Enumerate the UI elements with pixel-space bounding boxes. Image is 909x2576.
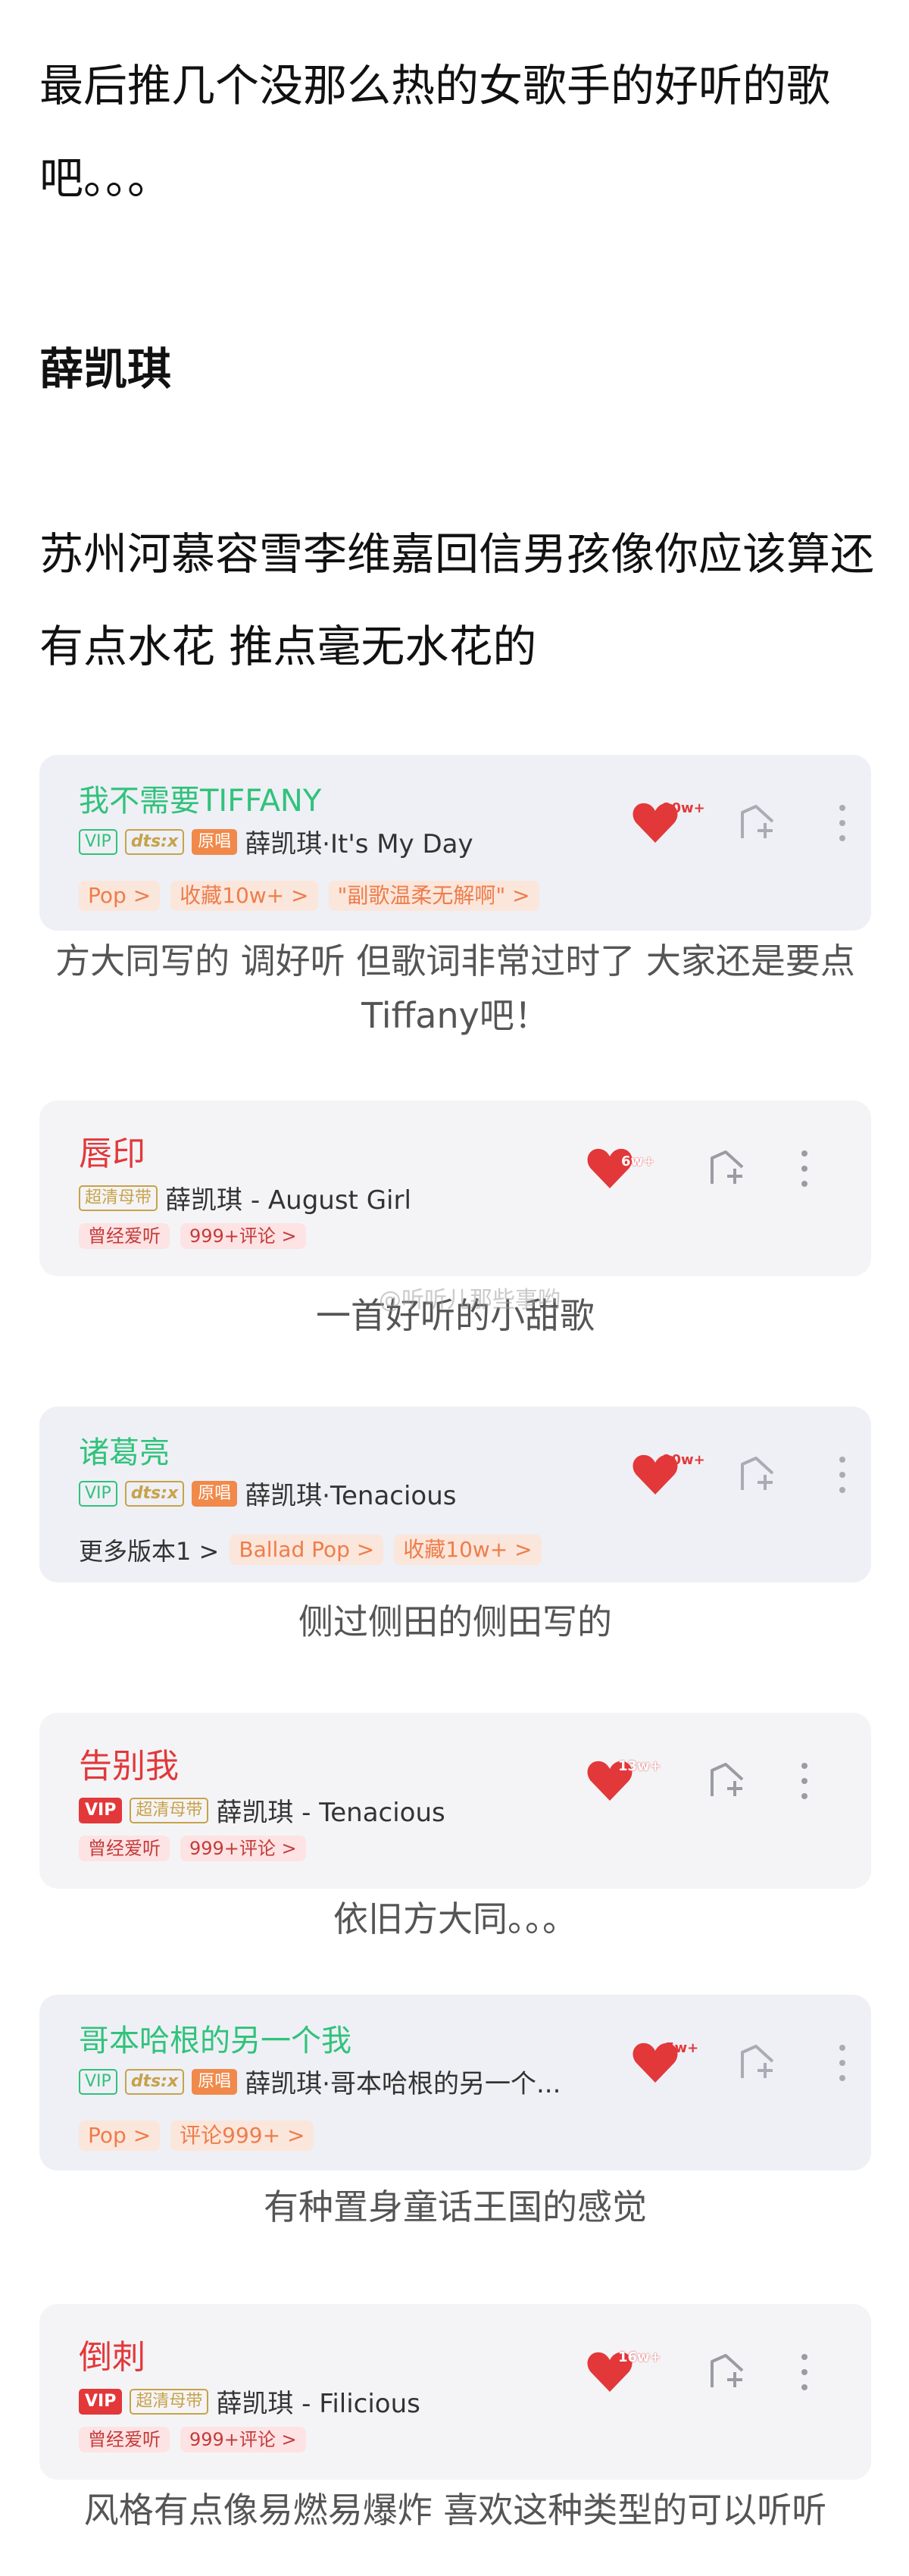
song-chips: 曾经爱听 999+评论 > bbox=[79, 1223, 306, 1249]
song-meta: VIP 超清母带 薛凯琪 - Tenacious bbox=[79, 1792, 445, 1829]
original-badge: 原唱 bbox=[192, 828, 238, 855]
master-quality-badge: 超清母带 bbox=[130, 1797, 209, 1823]
master-quality-badge: 超清母带 bbox=[79, 1185, 158, 1211]
like-count: 16w+ bbox=[618, 2349, 661, 2365]
artist-album: 薛凯琪 - August Girl bbox=[165, 1185, 411, 1216]
genre-chip[interactable]: Pop > bbox=[79, 881, 161, 911]
song-chips: Pop > 评论999+ > bbox=[79, 2121, 314, 2151]
song-chips: 曾经爱听 999+评论 > bbox=[79, 2427, 306, 2452]
song-card-1[interactable]: 我不需要TIFFANY VIP dts:x 原唱 薛凯琪·It's My Day… bbox=[39, 755, 871, 931]
more-vertical-icon[interactable] bbox=[835, 2040, 850, 2086]
genre-chip[interactable]: Pop > bbox=[79, 2121, 161, 2151]
artist-album: 薛凯琪·Tenacious bbox=[245, 1481, 457, 1511]
dts-badge: dts:x bbox=[124, 828, 185, 855]
song-caption: 风格有点像易燃易爆炸 喜欢这种类型的可以听听 bbox=[83, 2490, 827, 2531]
add-to-playlist-icon[interactable] bbox=[706, 1149, 747, 1190]
watermark: @听听儿那些事哟 bbox=[379, 1287, 561, 1313]
add-to-playlist-icon[interactable] bbox=[706, 1761, 747, 1802]
vip-badge: VIP bbox=[79, 1480, 117, 1507]
comments-chip[interactable]: 999+评论 > bbox=[180, 2427, 306, 2452]
song-title: 倒刺 bbox=[79, 2338, 145, 2377]
master-quality-badge: 超清母带 bbox=[130, 2388, 209, 2415]
vip-badge: VIP bbox=[79, 828, 117, 855]
song-caption: 方大同写的 调好听 但歌词非常过时了 大家还是要点Tiffany吧！ bbox=[55, 941, 855, 1036]
song-caption: 侧过侧田的侧田写的 bbox=[298, 1601, 612, 1642]
song-title: 告别我 bbox=[79, 1747, 179, 1786]
song-title: 哥本哈根的另一个我 bbox=[79, 2024, 351, 2058]
add-to-playlist-icon[interactable] bbox=[736, 803, 777, 844]
note-text: 苏州河慕容雪李维嘉回信男孩像你应该算还有点水花 推点毫无水花的 bbox=[39, 528, 875, 672]
favorites-chip[interactable]: 收藏10w+ > bbox=[170, 881, 318, 911]
song-card-4[interactable]: 告别我 VIP 超清母带 薛凯琪 - Tenacious 曾经爱听 999+评论… bbox=[39, 1713, 871, 1889]
more-vertical-icon[interactable] bbox=[797, 1146, 812, 1191]
vip-badge: VIP bbox=[79, 1797, 123, 1823]
more-vertical-icon[interactable] bbox=[835, 800, 850, 846]
song-meta: VIP dts:x 原唱 薛凯琪·It's My Day bbox=[79, 823, 473, 860]
song-caption: 有种置身童话王国的感觉 bbox=[264, 2186, 647, 2227]
genre-chip[interactable]: Ballad Pop > bbox=[230, 1535, 384, 1565]
song-title: 我不需要TIFFANY bbox=[79, 784, 322, 818]
song-chips: Pop > 收藏10w+ > "副歌温柔无解啊" > bbox=[79, 881, 539, 911]
song-meta: VIP dts:x 原唱 薛凯琪·Tenacious bbox=[79, 1475, 457, 1512]
like-count: 6w+ bbox=[621, 1153, 655, 1169]
history-chip[interactable]: 曾经爱听 bbox=[79, 2427, 170, 2452]
more-vertical-icon[interactable] bbox=[835, 1452, 850, 1498]
history-chip[interactable]: 曾经爱听 bbox=[79, 1223, 170, 1249]
song-meta: 超清母带 薛凯琪 - August Girl bbox=[79, 1179, 411, 1216]
add-to-playlist-icon[interactable] bbox=[736, 1455, 777, 1496]
more-versions-link[interactable]: 更多版本1 > bbox=[79, 1532, 219, 1567]
favorites-chip[interactable]: 收藏10w+ > bbox=[394, 1535, 542, 1565]
artist-album: 薛凯琪·哥本哈根的另一个... bbox=[245, 2069, 561, 2099]
song-card-5[interactable]: 哥本哈根的另一个我 VIP dts:x 原唱 薛凯琪·哥本哈根的另一个... P… bbox=[39, 1995, 871, 2171]
intro-text: 最后推几个没那么热的女歌手的好听的歌吧。。。 bbox=[39, 60, 831, 204]
more-vertical-icon[interactable] bbox=[797, 1758, 812, 1804]
song-title: 诸葛亮 bbox=[79, 1435, 170, 1470]
dts-badge: dts:x bbox=[124, 1480, 185, 1507]
comments-chip[interactable]: 评论999+ > bbox=[170, 2121, 314, 2151]
vip-badge: VIP bbox=[79, 2388, 123, 2415]
song-card-6[interactable]: 倒刺 VIP 超清母带 薛凯琪 - Filicious 曾经爱听 999+评论 … bbox=[39, 2304, 871, 2480]
song-card-2[interactable]: 唇印 超清母带 薛凯琪 - August Girl 曾经爱听 999+评论 > … bbox=[39, 1100, 871, 1276]
song-card-3[interactable]: 诸葛亮 VIP dts:x 原唱 薛凯琪·Tenacious 更多版本1 > B… bbox=[39, 1407, 871, 1582]
artist-album: 薛凯琪 - Tenacious bbox=[216, 1798, 445, 1828]
song-caption: 依旧方大同。。。 bbox=[333, 1898, 577, 1939]
like-count: 10w+ bbox=[662, 1452, 705, 1468]
like-count: 13w+ bbox=[618, 1758, 661, 1774]
song-chips: 更多版本1 > Ballad Pop > 收藏10w+ > bbox=[79, 1532, 542, 1567]
original-badge: 原唱 bbox=[192, 2068, 238, 2095]
comments-chip[interactable]: 999+评论 > bbox=[180, 1223, 306, 1249]
history-chip[interactable]: 曾经爱听 bbox=[79, 1836, 170, 1861]
comments-chip[interactable]: 999+评论 > bbox=[180, 1836, 306, 1861]
more-vertical-icon[interactable] bbox=[797, 2349, 812, 2395]
song-meta: VIP dts:x 原唱 薛凯琪·哥本哈根的另一个... bbox=[79, 2063, 561, 2100]
original-badge: 原唱 bbox=[192, 1480, 238, 1507]
artist-album: 薛凯琪·It's My Day bbox=[245, 829, 473, 859]
like-count: 10w+ bbox=[662, 800, 705, 816]
song-title: 唇印 bbox=[79, 1135, 145, 1173]
dts-badge: dts:x bbox=[124, 2068, 185, 2095]
add-to-playlist-icon[interactable] bbox=[736, 2043, 777, 2084]
vip-badge: VIP bbox=[79, 2068, 117, 2095]
add-to-playlist-icon[interactable] bbox=[706, 2352, 747, 2393]
like-count: 5w+ bbox=[665, 2040, 699, 2056]
song-meta: VIP 超清母带 薛凯琪 - Filicious bbox=[79, 2383, 420, 2420]
artist-album: 薛凯琪 - Filicious bbox=[216, 2389, 420, 2419]
artist-heading: 薛凯琪 bbox=[39, 343, 172, 395]
song-chips: 曾经爱听 999+评论 > bbox=[79, 1836, 306, 1861]
comment-chip[interactable]: "副歌温柔无解啊" > bbox=[328, 881, 539, 911]
